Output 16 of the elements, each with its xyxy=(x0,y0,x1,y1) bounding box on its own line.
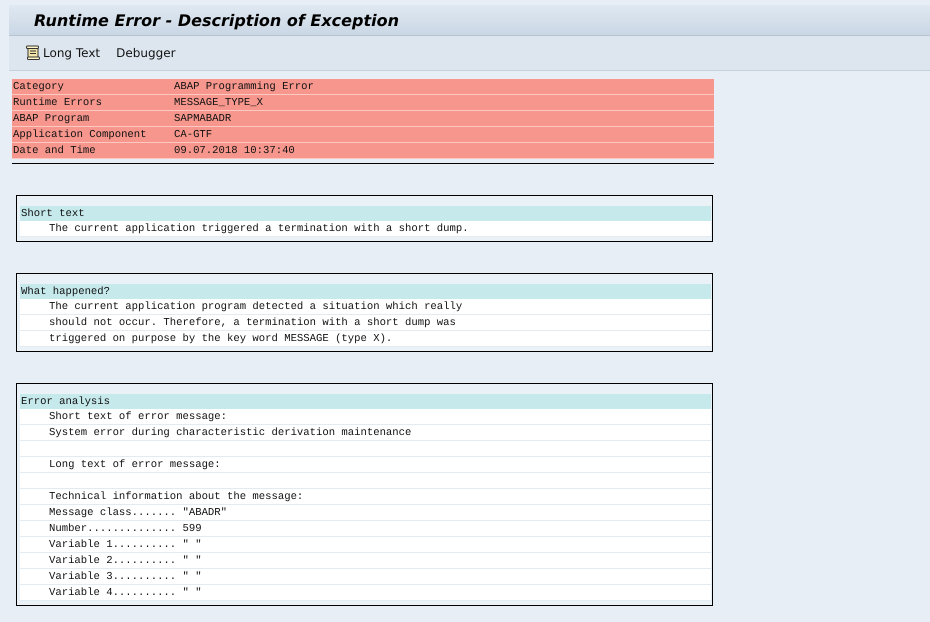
field-label: Application Component xyxy=(13,128,148,140)
field-value: 09.07.2018 10:37:40 xyxy=(174,144,295,156)
field-label: Runtime Errors xyxy=(13,96,104,108)
section-heading: What happened? xyxy=(20,284,711,299)
section-heading: Short text xyxy=(20,206,711,221)
window-title: Runtime Error - Description of Exception xyxy=(34,10,399,30)
field-value: CA-GTF xyxy=(174,128,212,140)
toolbar-button[interactable]: Debugger xyxy=(112,44,180,62)
field-label: Category xyxy=(13,80,65,92)
field-value: ABAP Programming Error xyxy=(174,80,314,92)
field-value: MESSAGE_TYPE_X xyxy=(174,96,264,108)
field-label: ABAP Program xyxy=(13,112,90,124)
toolbar-button[interactable]: Long Text xyxy=(21,43,104,63)
section-heading: Error analysis xyxy=(20,394,711,409)
field-value: SAPMABADR xyxy=(174,112,232,124)
field-label: Date and Time xyxy=(13,144,97,156)
